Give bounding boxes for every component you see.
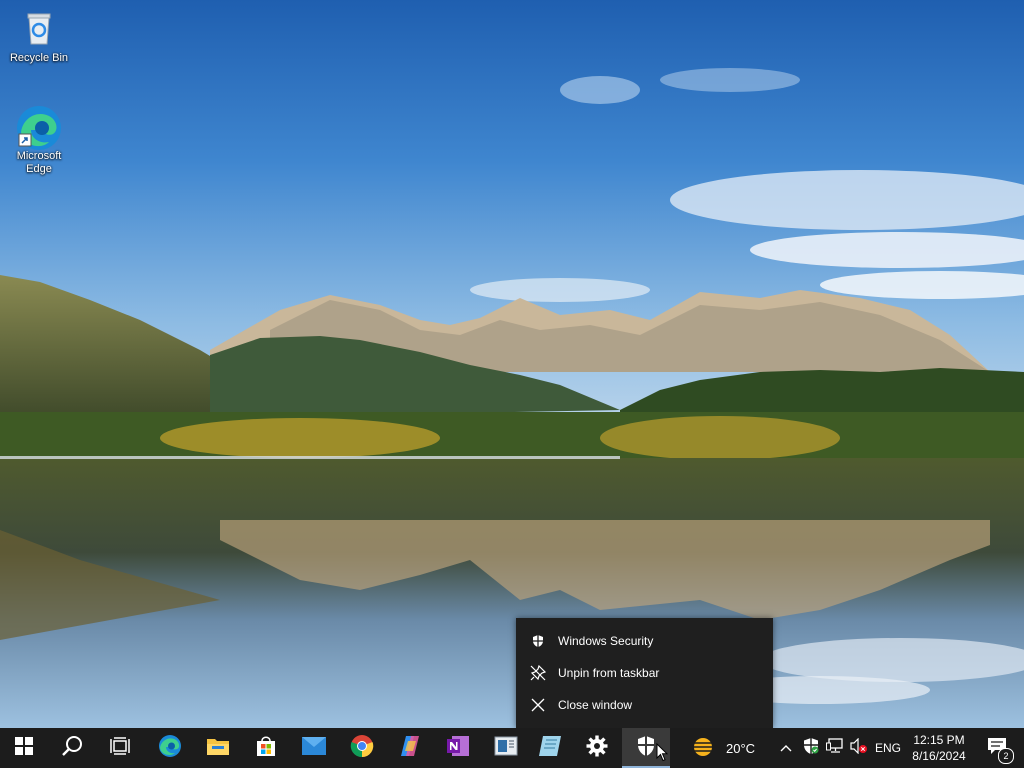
taskbar-app-chrome[interactable] [338,728,386,768]
search-icon [61,735,83,762]
sun-haze-icon [690,737,716,760]
desktop-icon-label: Microsoft Edge [16,150,62,175]
taskbar-app-reader[interactable] [482,728,530,768]
unpin-icon [529,664,547,682]
copilot-icon [398,735,422,762]
chrome-icon [350,734,374,763]
taskbar-app-copilot[interactable] [386,728,434,768]
taskbar-app-notes[interactable] [526,728,574,768]
taskbar-app-microsoft-store[interactable] [242,728,290,768]
show-hidden-icons-button[interactable] [776,728,796,768]
windows-logo-icon [15,736,33,760]
gear-icon [586,735,608,762]
taskbar-app-onenote[interactable] [434,728,482,768]
taskbar-app-edge[interactable] [146,728,194,768]
speaker-muted-icon [850,737,868,759]
folder-icon [206,736,230,761]
language-indicator: ENG [874,741,901,755]
close-icon [529,696,547,714]
task-view-button[interactable] [96,728,144,768]
tray-volume[interactable] [848,728,870,768]
mouse-cursor-icon [656,742,669,767]
weather-temperature: 20°C [726,740,756,756]
clock-time: 12:15 PM [913,733,965,747]
recycle-bin-icon [19,8,59,48]
desktop-wallpaper [0,0,1024,728]
store-icon [255,735,277,762]
shield-icon [636,735,656,762]
reader-icon [494,736,518,761]
onenote-icon [446,734,470,763]
mail-icon [302,736,326,760]
clock-date: 8/16/2024 [912,749,966,763]
taskbar-app-settings[interactable] [573,728,621,768]
chevron-up-icon [780,739,792,757]
edge-icon [15,104,63,152]
notes-icon [538,735,562,762]
search-button[interactable] [48,728,96,768]
defender-icon [803,737,819,760]
menu-item-close-window[interactable]: Close window [516,689,773,721]
shield-icon [529,632,547,650]
tray-network[interactable] [824,728,846,768]
weather-widget[interactable]: 20°C [690,728,755,768]
taskbar-app-mail[interactable] [290,728,338,768]
menu-item-label: Windows Security [558,634,654,648]
taskbar-jump-list-menu: Windows Security Unpin from taskbar Clos… [516,618,773,728]
task-view-icon [110,736,130,760]
taskbar-app-file-explorer[interactable] [194,728,242,768]
tray-windows-security[interactable] [800,728,822,768]
notification-count-badge: 2 [998,748,1014,764]
desktop-icon-label: Recycle Bin [9,52,69,64]
desktop-icon-microsoft-edge[interactable]: Microsoft Edge [7,104,71,176]
taskbar-clock[interactable]: 12:15 PM 8/16/2024 [905,732,973,764]
start-button[interactable] [0,728,48,768]
network-icon [826,737,844,759]
tray-language[interactable]: ENG [873,728,903,768]
desktop-icon-recycle-bin[interactable]: Recycle Bin [7,8,71,65]
taskbar: 20°C ENG 12:15 PM 8/16/2024 2 [0,728,1024,768]
menu-item-windows-security[interactable]: Windows Security [516,625,773,657]
menu-item-label: Close window [558,698,633,712]
menu-item-unpin-from-taskbar[interactable]: Unpin from taskbar [516,657,773,689]
notification-center-button[interactable]: 2 [980,728,1014,768]
edge-icon [158,734,182,763]
menu-item-label: Unpin from taskbar [558,666,660,680]
